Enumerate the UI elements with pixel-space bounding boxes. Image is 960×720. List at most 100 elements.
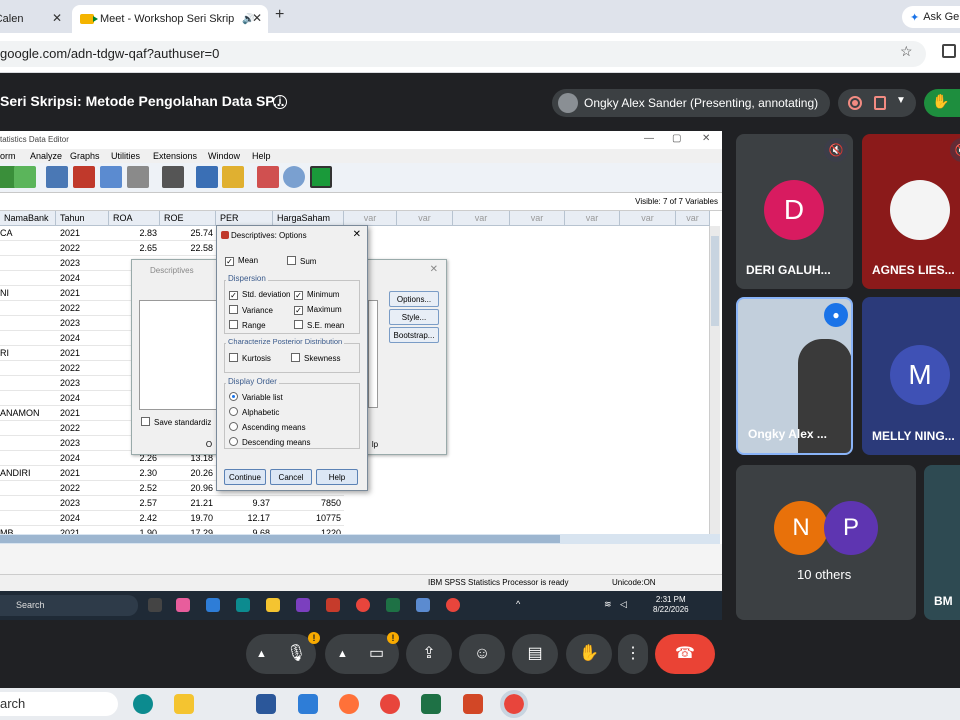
firefox-icon[interactable] bbox=[339, 694, 359, 714]
split-file-icon[interactable] bbox=[257, 166, 279, 188]
table-cell[interactable]: 2023 bbox=[56, 256, 109, 271]
table-cell[interactable]: 2.42 bbox=[109, 511, 160, 526]
vertical-scrollbar[interactable] bbox=[709, 226, 720, 538]
menu-item-help[interactable]: Help bbox=[252, 151, 271, 161]
column-header[interactable]: var bbox=[676, 211, 710, 226]
range-checkbox[interactable]: Range bbox=[229, 320, 266, 330]
table-cell[interactable]: 2023 bbox=[56, 316, 109, 331]
table-cell[interactable] bbox=[0, 331, 56, 346]
copilot-icon[interactable] bbox=[176, 598, 190, 612]
menu-item-extensions[interactable]: Extensions bbox=[153, 151, 197, 161]
close-icon[interactable]: ✕ bbox=[353, 229, 361, 240]
kurtosis-checkbox[interactable]: Kurtosis bbox=[229, 353, 271, 363]
horizontal-scrollbar[interactable] bbox=[0, 534, 720, 544]
table-cell[interactable]: 2021 bbox=[56, 286, 109, 301]
insert-cases-icon[interactable] bbox=[196, 166, 218, 188]
table-cell[interactable]: 2021 bbox=[56, 406, 109, 421]
chrome-icon[interactable] bbox=[446, 598, 460, 612]
participant-tile-bm[interactable]: BM bbox=[924, 465, 960, 620]
tab-calendar[interactable]: - Calen ✕ bbox=[0, 5, 68, 33]
checkbox[interactable] bbox=[141, 417, 150, 426]
table-cell[interactable]: 2024 bbox=[56, 451, 109, 466]
column-header[interactable]: var bbox=[344, 211, 397, 226]
wifi-icon[interactable]: ≋ bbox=[604, 599, 612, 610]
cancel-button[interactable]: Cancel bbox=[270, 469, 312, 485]
chrome-icon[interactable] bbox=[356, 598, 370, 612]
close-icon[interactable]: ✕ bbox=[430, 264, 438, 275]
column-header[interactable]: ROE bbox=[160, 211, 216, 226]
value-labels-icon[interactable] bbox=[310, 166, 332, 188]
descending-means-radio[interactable]: Descending means bbox=[229, 437, 310, 447]
column-header[interactable]: NamaBank bbox=[0, 211, 56, 226]
close-icon[interactable]: ✕ bbox=[702, 133, 710, 144]
table-cell[interactable]: 2022 bbox=[56, 421, 109, 436]
variance-checkbox[interactable]: Variance bbox=[229, 305, 273, 315]
column-header[interactable]: Tahun bbox=[56, 211, 109, 226]
table-cell[interactable]: 19.70 bbox=[160, 511, 216, 526]
table-cell[interactable]: 2023 bbox=[56, 436, 109, 451]
store-icon[interactable] bbox=[296, 598, 310, 612]
edge-icon[interactable] bbox=[133, 694, 153, 714]
chrome-icon[interactable] bbox=[380, 694, 400, 714]
mean-checkbox[interactable]: Mean bbox=[225, 256, 258, 266]
table-cell[interactable]: 2021 bbox=[56, 346, 109, 361]
table-cell[interactable]: 2.83 bbox=[109, 226, 160, 241]
maximum-checkbox[interactable]: Maximum bbox=[294, 305, 342, 315]
participant-tile-ongky[interactable]: ⦁ Ongky Alex ... bbox=[736, 297, 853, 455]
mail-icon[interactable] bbox=[206, 598, 220, 612]
std-deviation-checkbox[interactable]: Std. deviation bbox=[229, 290, 290, 300]
table-cell[interactable]: ANDIRI bbox=[0, 466, 56, 481]
column-header[interactable]: PER bbox=[216, 211, 273, 226]
column-header[interactable]: var bbox=[565, 211, 620, 226]
bookmark-star-icon[interactable]: ☆ bbox=[900, 43, 913, 60]
url-field[interactable]: google.com/adn-tdgw-qaf?authuser=0 bbox=[0, 41, 926, 67]
column-header[interactable]: HargaSaham bbox=[273, 211, 344, 226]
goto-case-icon[interactable] bbox=[46, 166, 68, 188]
app-icon[interactable] bbox=[326, 598, 340, 612]
table-cell[interactable]: 2022 bbox=[56, 481, 109, 496]
table-cell[interactable] bbox=[0, 421, 56, 436]
excel-icon[interactable] bbox=[386, 598, 400, 612]
close-icon[interactable]: ✕ bbox=[252, 11, 262, 25]
table-cell[interactable] bbox=[0, 481, 56, 496]
annotate-icon[interactable] bbox=[874, 96, 886, 110]
table-cell[interactable]: 7850 bbox=[273, 496, 344, 511]
table-cell[interactable]: 12.17 bbox=[216, 511, 273, 526]
help-button[interactable]: Help bbox=[316, 469, 358, 485]
taskbar-search[interactable]: Search bbox=[0, 595, 138, 616]
options-button[interactable]: Options... bbox=[389, 291, 439, 307]
table-cell[interactable]: 25.74 bbox=[160, 226, 216, 241]
raise-hand-button[interactable]: ✋ bbox=[924, 89, 960, 117]
edge-icon[interactable] bbox=[236, 598, 250, 612]
chevron-up-icon[interactable]: ▲ bbox=[337, 634, 348, 674]
style-button[interactable]: Style... bbox=[389, 309, 439, 325]
participant-tile-melly[interactable]: M MELLY NING... bbox=[862, 297, 960, 455]
table-cell[interactable] bbox=[0, 391, 56, 406]
table-cell[interactable]: 20.96 bbox=[160, 481, 216, 496]
task-view-icon[interactable] bbox=[148, 598, 162, 612]
variables-icon[interactable] bbox=[100, 166, 122, 188]
bootstrap-button[interactable]: Bootstrap... bbox=[389, 327, 439, 343]
table-cell[interactable] bbox=[0, 436, 56, 451]
word-icon[interactable] bbox=[256, 694, 276, 714]
target-variable-list[interactable] bbox=[368, 300, 378, 408]
table-cell[interactable] bbox=[0, 316, 56, 331]
alphabetic-radio[interactable]: Alphabetic bbox=[229, 407, 279, 417]
extensions-icon[interactable] bbox=[942, 44, 956, 58]
table-cell[interactable]: 2022 bbox=[56, 361, 109, 376]
table-cell[interactable] bbox=[0, 256, 56, 271]
taskbar-search[interactable]: arch bbox=[0, 692, 118, 716]
table-cell[interactable]: ANAMON bbox=[0, 406, 56, 421]
table-cell[interactable]: NI bbox=[0, 286, 56, 301]
table-cell[interactable] bbox=[0, 301, 56, 316]
table-cell[interactable]: 2.57 bbox=[109, 496, 160, 511]
spss-icon[interactable] bbox=[416, 598, 430, 612]
table-cell[interactable] bbox=[0, 271, 56, 286]
menu-item-utilities[interactable]: Utilities bbox=[111, 151, 140, 161]
table-cell[interactable]: 2.52 bbox=[109, 481, 160, 496]
tab-meet[interactable]: Meet - Workshop Seri Skrip 🔊 ✕ bbox=[72, 5, 268, 33]
maximize-icon[interactable]: ▢ bbox=[672, 133, 681, 144]
insert-variable-icon[interactable] bbox=[222, 166, 244, 188]
table-cell[interactable]: CA bbox=[0, 226, 56, 241]
ascending-means-radio[interactable]: Ascending means bbox=[229, 422, 306, 432]
